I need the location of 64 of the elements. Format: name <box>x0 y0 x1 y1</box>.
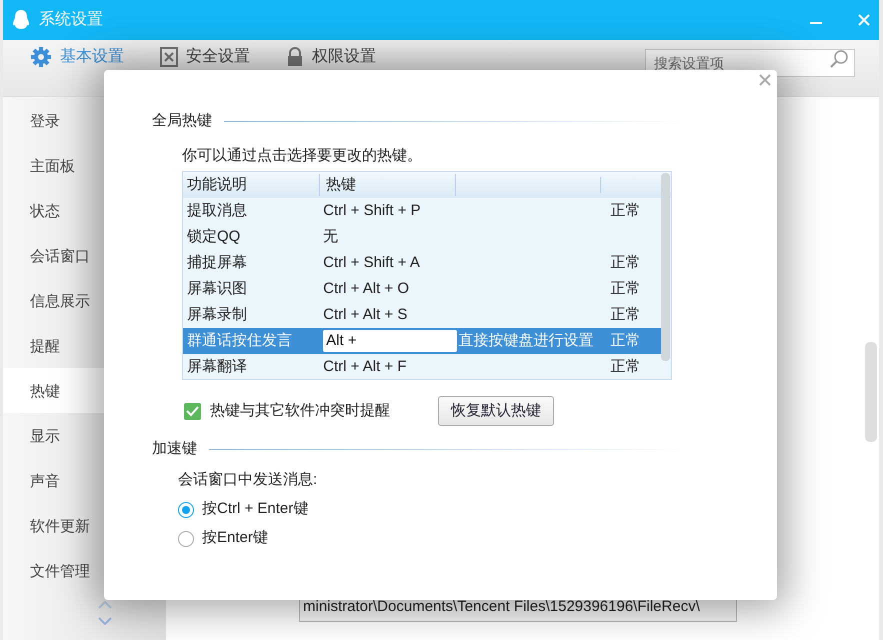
column-header[interactable]: 功能说明 <box>183 174 320 196</box>
section-title: 加速键 <box>152 439 197 459</box>
checkbox-label: 热键与其它软件冲突时提醒 <box>210 400 391 421</box>
tab[interactable]: 权限设置 <box>312 45 376 69</box>
sidebar-item[interactable]: 声音 <box>3 458 166 503</box>
status-text: 正常 <box>610 358 640 375</box>
close-icon <box>759 74 771 86</box>
sidebar-item[interactable]: 信息展示 <box>3 278 166 323</box>
checkbox[interactable] <box>184 402 201 420</box>
sidebar-item[interactable]: 状态 <box>3 188 166 233</box>
table-cell-text: 屏幕翻译 <box>186 356 248 377</box>
penguin-icon <box>11 9 31 31</box>
prompt-text: 会话窗口中发送消息: <box>178 470 318 490</box>
table-cell-text: 屏幕录制 <box>186 304 248 325</box>
table-row[interactable]: 屏幕识图 Ctrl + Alt + O 正常 <box>183 276 662 302</box>
close-icon[interactable] <box>857 13 871 27</box>
table-row[interactable]: 群通话按住发言 Alt + 直接按键盘进行设置 正常 <box>183 328 662 354</box>
table-row[interactable]: 屏幕翻译 Ctrl + Alt + F 正常 <box>183 354 662 380</box>
sidebar-item[interactable]: 提醒 <box>3 323 166 368</box>
scrollbar[interactable] <box>661 173 670 361</box>
search-icon[interactable] <box>829 49 849 69</box>
radio-button[interactable] <box>178 530 194 546</box>
lock-icon <box>286 47 304 67</box>
table-cell-text: 提取消息 <box>186 200 248 221</box>
table-cell: Ctrl + Alt + O <box>323 280 410 297</box>
table-row[interactable]: 提取消息 Ctrl + Shift + P 正常 <box>183 198 662 224</box>
scroll-up-icon[interactable] <box>98 601 112 609</box>
table-cell-text: 锁定QQ <box>186 226 242 247</box>
status-text: 正常 <box>610 306 640 323</box>
radio-label: 按Ctrl + Enter键 <box>202 499 308 520</box>
description: 你可以通过点击选择要更改的热键。 <box>182 146 423 166</box>
table-cell: Ctrl + Alt + S <box>323 306 408 323</box>
hotkey-input[interactable]: Alt + <box>323 330 458 352</box>
column-header[interactable]: 热键 <box>320 174 456 196</box>
status-text: 正常 <box>610 332 640 349</box>
table-cell-text: 屏幕识图 <box>186 278 248 299</box>
window-title: 系统设置 <box>39 10 103 30</box>
hint-text: 直接按键盘进行设置 <box>458 332 594 349</box>
sidebar-item[interactable]: 会话窗口 <box>3 233 166 278</box>
shield-icon <box>160 47 178 67</box>
sidebar-item[interactable]: 软件更新 <box>3 503 166 548</box>
radio-button[interactable] <box>178 502 194 518</box>
status-text: 正常 <box>610 202 640 219</box>
tab[interactable]: 安全设置 <box>186 45 250 69</box>
close-button[interactable] <box>757 72 773 88</box>
table-row[interactable]: 屏幕录制 Ctrl + Alt + S 正常 <box>183 302 662 328</box>
scroll-down-icon[interactable] <box>98 617 112 625</box>
table-cell: Ctrl + Shift + P <box>323 202 421 219</box>
scrollbar[interactable] <box>865 342 877 442</box>
table-cell-text: 捕捉屏幕 <box>186 252 248 273</box>
sidebar-item[interactable]: 文件管理 <box>3 548 166 593</box>
table-cell-text: 群通话按住发言 <box>186 330 293 351</box>
table-row[interactable]: 捕捉屏幕 Ctrl + Shift + A 正常 <box>183 250 662 276</box>
table-row[interactable]: 锁定QQ 无 <box>183 224 662 250</box>
table-cell: Ctrl + Alt + F <box>323 358 406 375</box>
sidebar-item[interactable]: 主面板 <box>3 143 166 188</box>
radio-label: 按Enter键 <box>202 528 268 548</box>
section-title: 全局热键 <box>152 111 212 131</box>
gear-icon <box>30 46 52 68</box>
table-cell: 无 <box>323 228 338 245</box>
table-cell: Ctrl + Shift + A <box>323 254 420 271</box>
status-text: 正常 <box>610 280 640 297</box>
restore-button[interactable]: 恢复默认热键 <box>438 396 554 426</box>
status-text: 正常 <box>610 254 640 271</box>
